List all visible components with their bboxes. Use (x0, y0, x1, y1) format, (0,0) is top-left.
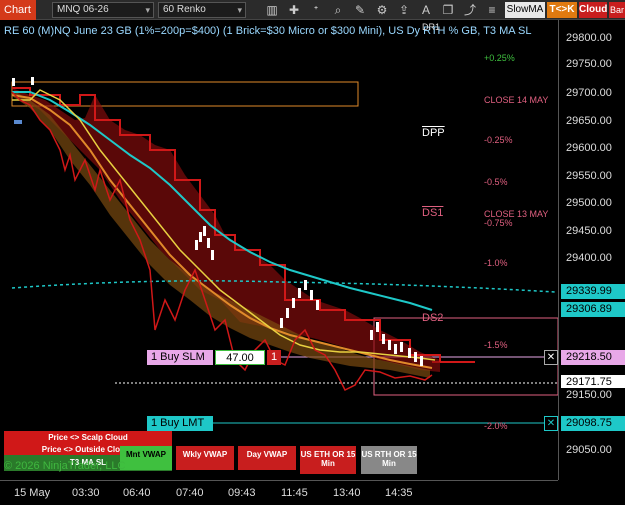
buy-lmt-order-label[interactable]: 1 Buy LMT (147, 416, 213, 431)
price-label-cyan-lower: 29306.89 (561, 302, 625, 317)
pencil-icon[interactable]: ✎ (352, 2, 368, 18)
settings-icon[interactable]: ≡ (484, 2, 500, 18)
chevron-down-icon: ▾ (237, 5, 242, 15)
level-minus-025: -0.25% (484, 135, 513, 145)
price-label-buy-slm: 29218.50 (561, 350, 625, 365)
slowma-select[interactable]: SlowMA (505, 2, 545, 18)
price-tick: 29700.00 (566, 87, 612, 99)
copy-icon[interactable]: ❐ (440, 2, 456, 18)
properties-icon[interactable]: ⚙ (374, 2, 390, 18)
time-tick: 13:40 (333, 487, 361, 499)
level-ds1: DS1 (422, 207, 444, 219)
tck-button[interactable]: T<>K (547, 2, 577, 18)
bar-type-select[interactable]: 60 Renko ▾ (158, 2, 246, 18)
buy-slm-price[interactable]: 47.00 (215, 350, 265, 365)
us-eth-or-button[interactable]: US ETH OR 15 Min (300, 446, 356, 474)
scalp-cloud-button[interactable]: Price <> Scalp Cloud (4, 431, 172, 443)
bar-button[interactable]: Bar (609, 2, 625, 18)
red-cloud (12, 88, 440, 372)
indicators-icon[interactable]: ᐩ (308, 2, 324, 18)
day-vwap-button[interactable]: Day VWAP (238, 446, 296, 470)
level-plus-025: +0.25% (484, 53, 515, 63)
attach-icon[interactable]: ⤴ (462, 2, 478, 18)
blue-marker (14, 120, 22, 124)
price-tick: 29500.00 (566, 197, 612, 209)
time-tick: 09:43 (228, 487, 256, 499)
price-label-cyan-upper: 29339.99 (561, 284, 625, 299)
buy-slm-quantity[interactable]: 1 (267, 350, 281, 365)
chart-title: RE 60 (M)NQ June 23 GB (1%=200p=$400) (1… (4, 25, 532, 37)
level-dpp: DPP (422, 127, 445, 139)
price-tick: 29750.00 (566, 58, 612, 70)
time-tick: 06:40 (123, 487, 151, 499)
price-tick: 29550.00 (566, 170, 612, 182)
cloud-button[interactable]: Cloud (579, 2, 607, 18)
price-tick: 29400.00 (566, 252, 612, 264)
level-minus-2: -2.0% (484, 421, 508, 431)
crosshair-icon[interactable]: ✚ (286, 2, 302, 18)
level-minus-075: -0.75% (484, 218, 513, 228)
weekly-vwap-button[interactable]: Wkly VWAP (176, 446, 234, 470)
level-minus-05: -0.5% (484, 177, 508, 187)
level-ds2: DS2 (422, 312, 444, 324)
orange-zone-box (11, 81, 359, 107)
level-dr1: DR1 (422, 22, 441, 32)
price-tick: 29650.00 (566, 115, 612, 127)
chart-tab[interactable]: Chart (0, 0, 36, 20)
price-label-buy-lmt: 29098.75 (561, 416, 625, 431)
price-label-level: 29150.00 (561, 388, 625, 403)
zoom-icon[interactable]: ⌕ (330, 2, 346, 18)
instrument-value: MNQ 06-26 (57, 4, 109, 15)
bar-type-value: 60 Renko (163, 4, 206, 15)
chart-toolbar: Chart MNQ 06-26 ▾ 60 Renko ▾ ▥ ✚ ᐩ ⌕ ✎ ⚙… (0, 0, 625, 20)
time-tick: 03:30 (72, 487, 100, 499)
text-icon[interactable]: A (418, 2, 434, 18)
copyright-text: © 2026 NinjaTrader, LLC (4, 460, 126, 472)
buy-slm-order-label[interactable]: 1 Buy SLM (147, 350, 213, 365)
instrument-select[interactable]: MNQ 06-26 ▾ (52, 2, 154, 18)
time-tick: 14:35 (385, 487, 413, 499)
price-tick: 29450.00 (566, 225, 612, 237)
us-rth-or-button[interactable]: US RTH OR 15 Min (361, 446, 417, 474)
price-tick: 29050.00 (566, 444, 612, 456)
price-tick: 29800.00 (566, 32, 612, 44)
price-tick: 29600.00 (566, 142, 612, 154)
level-minus-1: -1.0% (484, 258, 508, 268)
level-minus-15: -1.5% (484, 340, 508, 350)
close-order-icon[interactable]: ✕ (544, 416, 558, 431)
time-tick: 15 May (14, 487, 51, 499)
level-close-14: CLOSE 14 MAY (484, 95, 549, 105)
time-tick: 11:45 (281, 487, 308, 499)
chevron-down-icon: ▾ (145, 5, 150, 15)
time-tick: 07:40 (176, 487, 204, 499)
monthly-vwap-button[interactable]: Mnt VWAP (120, 446, 172, 470)
bars-icon[interactable]: ▥ (264, 2, 280, 18)
price-chart[interactable] (0, 20, 558, 480)
share-icon[interactable]: ⇪ (396, 2, 412, 18)
close-order-icon[interactable]: ✕ (544, 350, 558, 365)
